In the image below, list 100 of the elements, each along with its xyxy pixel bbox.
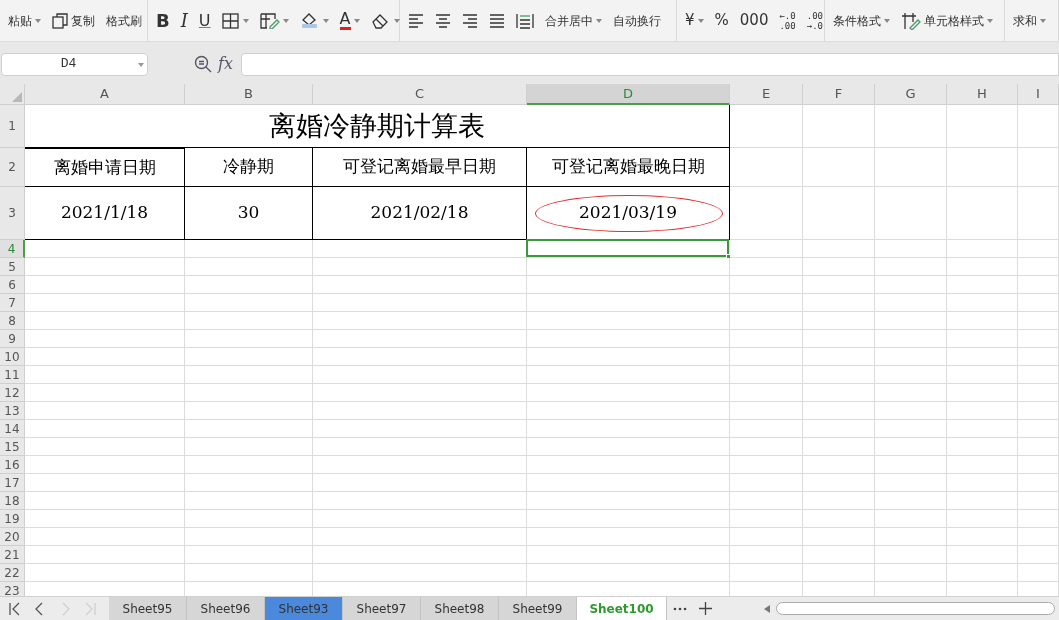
grid-cell[interactable] (947, 384, 1018, 402)
grid-cell[interactable] (25, 312, 185, 330)
grid-cell[interactable] (527, 348, 730, 366)
grid-cell[interactable] (185, 330, 313, 348)
grid-cell[interactable] (947, 366, 1018, 384)
grid-cell[interactable] (527, 366, 730, 384)
grid-cell[interactable] (313, 312, 527, 330)
sheet-tab[interactable]: Sheet95 (109, 597, 187, 620)
grid-cell[interactable] (803, 276, 875, 294)
grid-cell[interactable] (947, 276, 1018, 294)
grid-cell[interactable] (25, 366, 185, 384)
row-header[interactable]: 8 (0, 312, 25, 330)
sheet-tab[interactable]: Sheet100 (577, 597, 667, 620)
toolbar-button[interactable]: 条件格式 (831, 6, 892, 35)
grid-cell[interactable] (25, 510, 185, 528)
grid-cell[interactable] (527, 456, 730, 474)
grid-cell[interactable] (1018, 492, 1059, 510)
grid-cell[interactable] (803, 148, 875, 187)
scroll-left-icon[interactable] (764, 604, 770, 613)
row-header[interactable]: 21 (0, 546, 25, 564)
row-header[interactable]: 2 (0, 148, 25, 187)
grid-cell[interactable] (313, 438, 527, 456)
sheet-tab[interactable]: Sheet99 (499, 597, 577, 620)
grid-cell[interactable] (730, 294, 803, 312)
column-header[interactable]: E (730, 84, 803, 105)
row-header[interactable]: 18 (0, 492, 25, 510)
grid-cell[interactable] (25, 474, 185, 492)
grid-cell[interactable] (803, 330, 875, 348)
next-sheet-icon[interactable] (61, 601, 71, 616)
grid-cell[interactable] (803, 456, 875, 474)
grid-cell[interactable] (527, 420, 730, 438)
grid-cell[interactable] (1018, 456, 1059, 474)
grid-cell[interactable] (1018, 474, 1059, 492)
grid-cell[interactable] (875, 546, 947, 564)
grid-cell[interactable] (25, 420, 185, 438)
toolbar-button[interactable]: 求和 (1011, 6, 1048, 35)
grid-cell[interactable] (875, 564, 947, 582)
grid-cell[interactable] (185, 294, 313, 312)
grid-cell[interactable] (875, 240, 947, 258)
column-header[interactable]: H (947, 84, 1018, 105)
column-header[interactable]: I (1018, 84, 1059, 105)
grid-cell[interactable] (730, 312, 803, 330)
copy-button[interactable]: 复制 (50, 6, 97, 35)
grid-cell[interactable] (25, 384, 185, 402)
grid-cell[interactable] (730, 148, 803, 187)
grid-cell[interactable] (875, 420, 947, 438)
grid-cell[interactable] (25, 330, 185, 348)
grid-cell[interactable] (730, 384, 803, 402)
grid-cell[interactable] (1018, 240, 1059, 258)
row-header[interactable]: 13 (0, 402, 25, 420)
grid-cell[interactable] (803, 294, 875, 312)
grid-cell[interactable] (803, 420, 875, 438)
grid-cell[interactable] (803, 510, 875, 528)
grid-cell[interactable] (730, 258, 803, 276)
grid-cell[interactable] (875, 402, 947, 420)
row-header[interactable]: 20 (0, 528, 25, 546)
grid-cell[interactable] (527, 510, 730, 528)
row-header[interactable]: 7 (0, 294, 25, 312)
grid-cell[interactable] (1018, 258, 1059, 276)
row-header[interactable]: 3 (0, 187, 25, 240)
grid-cell[interactable] (875, 258, 947, 276)
grid-cell[interactable] (1018, 148, 1059, 187)
grid-cell[interactable] (730, 564, 803, 582)
grid-cell[interactable] (313, 402, 527, 420)
column-header[interactable]: A (25, 84, 185, 105)
grid-cell[interactable] (730, 105, 803, 148)
grid-cell[interactable] (875, 474, 947, 492)
grid-cell[interactable] (185, 438, 313, 456)
grid-cell[interactable] (313, 294, 527, 312)
grid-cell[interactable] (875, 105, 947, 148)
row-header[interactable]: 4 (0, 240, 25, 258)
grid-cell[interactable] (185, 510, 313, 528)
grid-cell[interactable] (730, 528, 803, 546)
grid-cell[interactable] (730, 510, 803, 528)
sheet-tab[interactable]: Sheet98 (421, 597, 499, 620)
grid-cell[interactable] (313, 258, 527, 276)
grid-cell[interactable] (875, 438, 947, 456)
grid-cell[interactable] (527, 384, 730, 402)
grid-cell[interactable] (947, 312, 1018, 330)
grid-cell[interactable] (947, 420, 1018, 438)
grid-cell[interactable] (1018, 420, 1059, 438)
grid-cell[interactable] (730, 492, 803, 510)
grid-cell[interactable] (730, 330, 803, 348)
grid-cell[interactable] (803, 492, 875, 510)
format-painter-button[interactable]: 格式刷 (104, 6, 144, 35)
add-sheet-icon[interactable] (699, 602, 712, 615)
grid-cell[interactable] (527, 330, 730, 348)
grid-cell[interactable] (730, 420, 803, 438)
grid-cell[interactable] (25, 258, 185, 276)
grid-cell[interactable] (185, 420, 313, 438)
bold-button[interactable]: B (154, 6, 172, 35)
grid-cell[interactable] (185, 456, 313, 474)
number-format-button[interactable]: 000 (737, 6, 771, 35)
grid-cell[interactable] (730, 438, 803, 456)
function-icon[interactable]: fx (218, 52, 233, 76)
grid-cell[interactable] (185, 474, 313, 492)
grid-cell[interactable] (527, 312, 730, 330)
grid-cell[interactable] (527, 438, 730, 456)
name-box[interactable]: D4 (1, 52, 148, 76)
row-header[interactable]: 22 (0, 564, 25, 582)
